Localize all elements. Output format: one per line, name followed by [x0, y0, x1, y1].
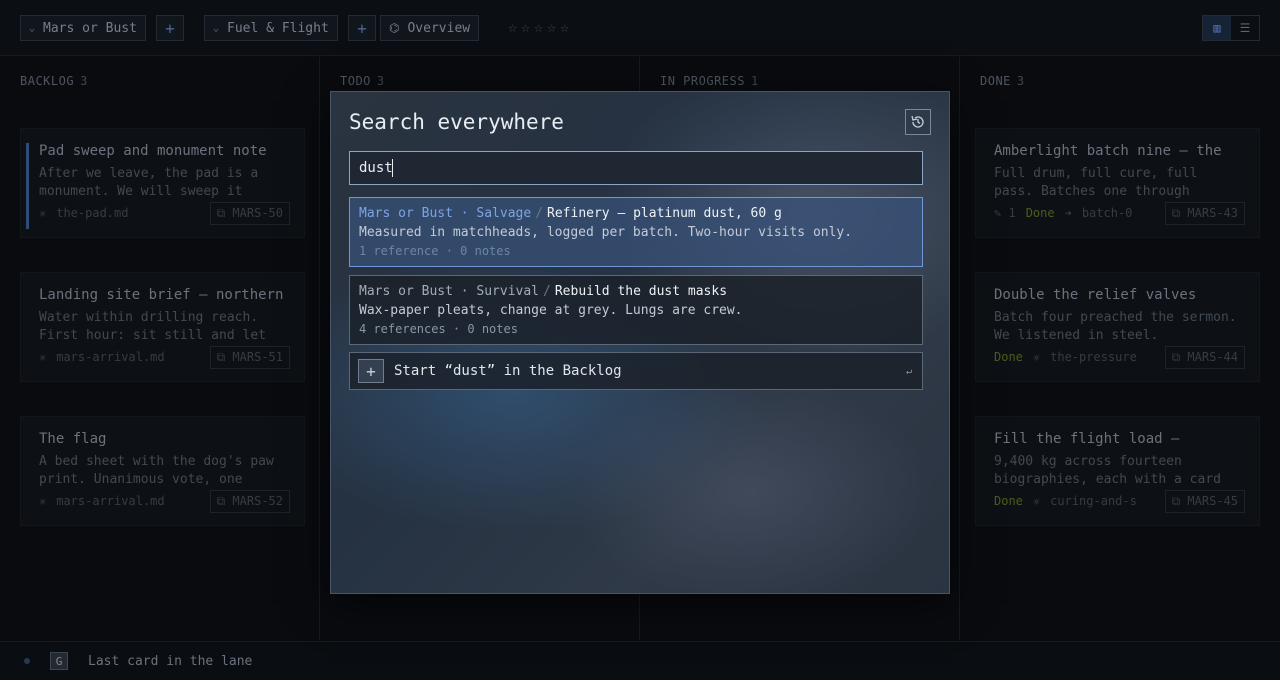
result-title: Rebuild the dust masks: [554, 284, 728, 299]
dialog-title: Search everywhere: [349, 110, 564, 134]
create-card-label: Start “dust” in the Backlog: [394, 363, 622, 379]
result-description: Wax-paper pleats, change at grey. Lungs …: [359, 303, 743, 318]
result-description: Measured in matchheads, logged per batch…: [359, 225, 853, 240]
create-card-option[interactable]: + Start “dust” in the Backlog ↵: [349, 352, 923, 390]
history-button[interactable]: [905, 109, 931, 135]
result-path: Mars or Bust · Salvage: [359, 206, 532, 221]
search-result[interactable]: Mars or Bust · Survival / Rebuild the dust…: [349, 275, 923, 345]
text-caret: [392, 159, 393, 177]
result-meta: 4 references · 0 notes: [359, 322, 518, 336]
search-input[interactable]: [349, 151, 923, 185]
search-result[interactable]: Mars or Bust · Salvage / Refinery — platin…: [349, 197, 923, 267]
enter-key-icon: ↵: [905, 365, 912, 377]
result-meta: 1 reference · 0 notes: [359, 244, 511, 258]
history-icon: [911, 115, 924, 128]
search-dialog: Search everywhere Mars or Bust · Salvage…: [330, 91, 950, 594]
result-title: Refinery — platinum dust, 60 g: [547, 206, 782, 221]
result-path: Mars or Bust · Survival: [359, 284, 540, 299]
plus-icon: +: [358, 359, 384, 383]
